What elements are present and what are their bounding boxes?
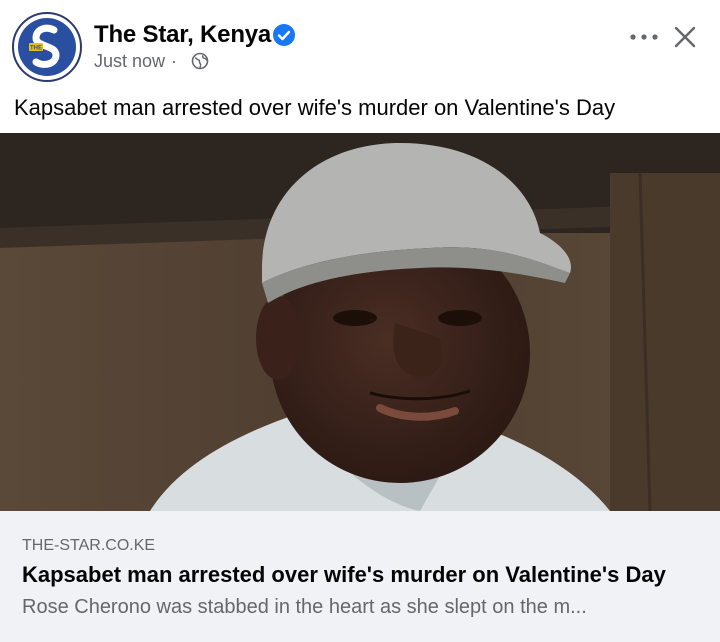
- post-meta: Just now ·: [94, 51, 183, 72]
- link-description: Rose Cherono was stabbed in the heart as…: [22, 596, 587, 618]
- logo-small-text: THE: [30, 46, 42, 52]
- the-star-logo: THE: [18, 18, 76, 76]
- man-in-cap-photo: [0, 133, 720, 511]
- facebook-post: THE The Star, Kenya Just now · Kapsabet m…: [0, 0, 720, 642]
- link-preview[interactable]: THE-STAR.CO.KE Kapsabet man arrested ove…: [0, 511, 720, 642]
- link-title: Kapsabet man arrested over wife's murder…: [22, 562, 666, 587]
- close-icon[interactable]: [672, 24, 698, 50]
- page-avatar[interactable]: THE: [12, 12, 82, 82]
- link-domain: THE-STAR.CO.KE: [22, 537, 156, 554]
- meta-separator: ·: [171, 51, 178, 71]
- post-caption: Kapsabet man arrested over wife's murder…: [14, 95, 616, 120]
- post-timestamp[interactable]: Just now: [94, 51, 165, 71]
- verified-badge-icon: [273, 24, 295, 46]
- post-header: THE The Star, Kenya Just now ·: [0, 0, 720, 90]
- globe-icon[interactable]: [191, 52, 209, 70]
- post-photo[interactable]: [0, 133, 720, 511]
- page-name[interactable]: The Star, Kenya: [94, 21, 271, 49]
- more-options-icon[interactable]: [628, 26, 660, 48]
